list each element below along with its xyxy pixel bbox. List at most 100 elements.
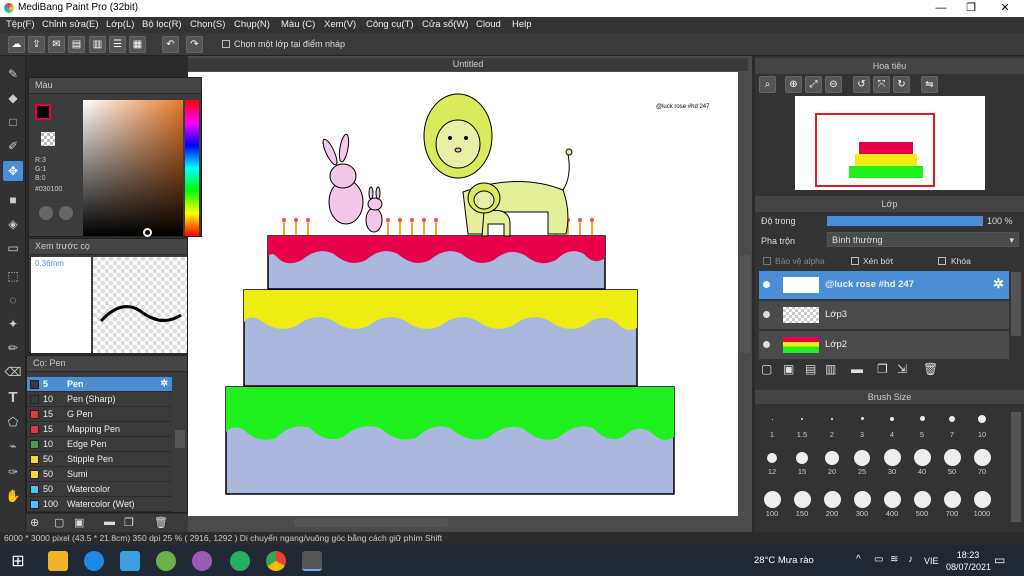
brush-size-scrollbar[interactable] [1011, 412, 1021, 522]
layer-settings-icon[interactable]: ✲ [993, 276, 1004, 292]
green-app-icon[interactable] [230, 551, 250, 571]
select-pen-tool-icon[interactable]: ✏ [3, 338, 23, 358]
zoom-out-icon[interactable]: ⊖ [825, 76, 842, 93]
layer-row[interactable]: Lớp2 [759, 331, 1009, 360]
menu-window[interactable]: Cửa sổ(W) [422, 19, 468, 30]
eraser-tool-icon[interactable]: ◆ [3, 88, 23, 108]
brush-size-cell[interactable]: 400 [877, 489, 907, 522]
reset-icon[interactable]: ⤧ [873, 76, 890, 93]
menu-capture[interactable]: Chụp(N) [234, 19, 270, 30]
rotate-left-icon[interactable]: ↺ [853, 76, 870, 93]
brush-size-cell[interactable]: 4 [877, 405, 907, 439]
canvas-vscroll[interactable] [740, 255, 750, 353]
list-icon[interactable]: ☰ [109, 36, 126, 53]
document-tab[interactable]: Untitled [188, 58, 748, 71]
brush-item[interactable]: 15 G Pen [27, 407, 172, 422]
menu-tools[interactable]: Công cụ(T) [366, 19, 414, 30]
menu-layer[interactable]: Lớp(L) [106, 19, 134, 30]
redo-icon[interactable]: ↷ [186, 36, 203, 53]
brush-size-cell[interactable]: 15 [787, 447, 817, 480]
brush-item[interactable]: 50 Sumi [27, 467, 172, 482]
grid-icon[interactable]: ▦ [129, 36, 146, 53]
photos-icon[interactable] [120, 551, 140, 571]
brush-size-cell[interactable]: 200 [817, 489, 847, 522]
drawing-canvas[interactable]: @luck rose #hd 247 [188, 72, 738, 516]
new-brush-icon[interactable]: ▢ [54, 516, 64, 529]
tray-chevron-icon[interactable]: ^ [856, 554, 861, 565]
close-button[interactable]: ✕ [990, 0, 1020, 17]
visibility-icon[interactable] [763, 341, 770, 348]
menu-file[interactable]: Tệp(F) [6, 19, 35, 30]
zalo-icon[interactable] [84, 551, 104, 571]
chrome-icon[interactable] [266, 551, 286, 571]
color-field[interactable] [83, 100, 183, 236]
comment-icon[interactable]: ✉ [48, 36, 65, 53]
opacity-slider[interactable] [827, 216, 983, 226]
brush-tool-icon[interactable]: ✎ [3, 64, 23, 84]
menu-edit[interactable]: Chỉnh sửa(E) [42, 19, 99, 30]
brush-size-cell[interactable]: 12 [757, 447, 787, 480]
brush-size-cell[interactable]: 1.5 [787, 405, 817, 439]
weather-text[interactable]: 28°C Mưa rào [754, 555, 814, 566]
select-eraser-tool-icon[interactable]: ⌫ [3, 362, 23, 382]
brush-size-cell[interactable]: 1000 [967, 489, 997, 522]
fit-icon[interactable]: ⤢ [805, 76, 822, 93]
windows-start-icon[interactable]: ⊞ [8, 551, 28, 571]
merge-layer-icon[interactable]: ⇲ [897, 362, 907, 376]
lasso-tool-icon[interactable]: ◌ [3, 290, 23, 310]
canvas-hscroll[interactable] [294, 518, 448, 527]
brush-item[interactable]: 15 Mapping Pen [27, 422, 172, 437]
bucket-tool-icon[interactable]: ◈ [3, 214, 23, 234]
brush-size-cell[interactable]: 70 [967, 447, 997, 480]
gradient-tool-icon[interactable]: ▭ [3, 238, 23, 258]
settings-gear-icon[interactable]: ✲ [160, 378, 168, 389]
zoom-fit-icon[interactable]: ⌕ [759, 76, 776, 93]
brush-size-cell[interactable]: 20 [817, 447, 847, 480]
new-halftone-layer-icon[interactable]: ▣ [783, 362, 794, 376]
palette-icon[interactable] [39, 206, 53, 220]
brush-size-cell[interactable]: 100 [757, 489, 787, 522]
folder-icon[interactable]: ▬ [851, 362, 863, 376]
move-tool-icon[interactable]: ✥ [3, 161, 23, 181]
restore-button[interactable]: ❐ [956, 0, 986, 17]
menu-view[interactable]: Xem(V) [324, 19, 356, 30]
chat-icon[interactable]: ▤ [68, 36, 85, 53]
protect-alpha-checkbox[interactable] [763, 257, 771, 265]
zoom-in-icon[interactable]: ⊕ [785, 76, 802, 93]
clock[interactable]: 18:23 08/07/2021 [946, 549, 991, 573]
flip-icon[interactable]: ⇋ [921, 76, 938, 93]
brush-list-scrollbar[interactable] [175, 430, 185, 448]
menu-cloud[interactable]: Cloud [476, 19, 501, 30]
file-explorer-icon[interactable] [48, 551, 68, 571]
network-icon[interactable]: ▭ [874, 554, 883, 565]
clipping-checkbox[interactable] [851, 257, 859, 265]
menu-color[interactable]: Màu (C) [281, 19, 315, 30]
layer-menu-icon[interactable]: ▥ [825, 362, 836, 376]
page-icon[interactable]: ▥ [89, 36, 106, 53]
rotate-right-icon[interactable]: ↻ [893, 76, 910, 93]
language-indicator[interactable]: VIE [924, 556, 939, 566]
primary-color-swatch[interactable] [35, 104, 51, 120]
brush-size-cell[interactable]: 1 [757, 405, 787, 439]
undo-icon[interactable]: ↶ [162, 36, 179, 53]
hand-tool-icon[interactable]: ✋ [3, 486, 23, 506]
drop-app-icon[interactable] [192, 551, 212, 571]
visibility-icon[interactable] [763, 311, 770, 318]
brush-size-cell[interactable]: 10 [967, 405, 997, 439]
eyedropper-tool-icon[interactable]: ⌁ [3, 436, 23, 456]
brush-item[interactable]: 10 Pen (Sharp) [27, 392, 172, 407]
layer-row[interactable]: @luck rose #hd 247 ✲ [759, 271, 1009, 300]
brush-size-cell[interactable]: 5 [907, 405, 937, 439]
dropper-tool-icon[interactable]: ✑ [3, 462, 23, 482]
brush-size-cell[interactable]: 25 [847, 447, 877, 480]
brush-size-cell[interactable]: 150 [787, 489, 817, 522]
pen-tool-icon[interactable]: ✐ [3, 136, 23, 156]
brush-item[interactable]: 50 Watercolor [27, 482, 172, 497]
brush-size-cell[interactable]: 2 [817, 405, 847, 439]
navigator-preview[interactable] [795, 96, 985, 190]
duplicate-layer-icon[interactable]: ❐ [877, 362, 888, 376]
palette2-icon[interactable] [59, 206, 73, 220]
color-picker-cursor[interactable] [143, 228, 152, 237]
brush-size-cell[interactable]: 30 [877, 447, 907, 480]
cloud-icon[interactable]: ☁ [8, 36, 25, 53]
